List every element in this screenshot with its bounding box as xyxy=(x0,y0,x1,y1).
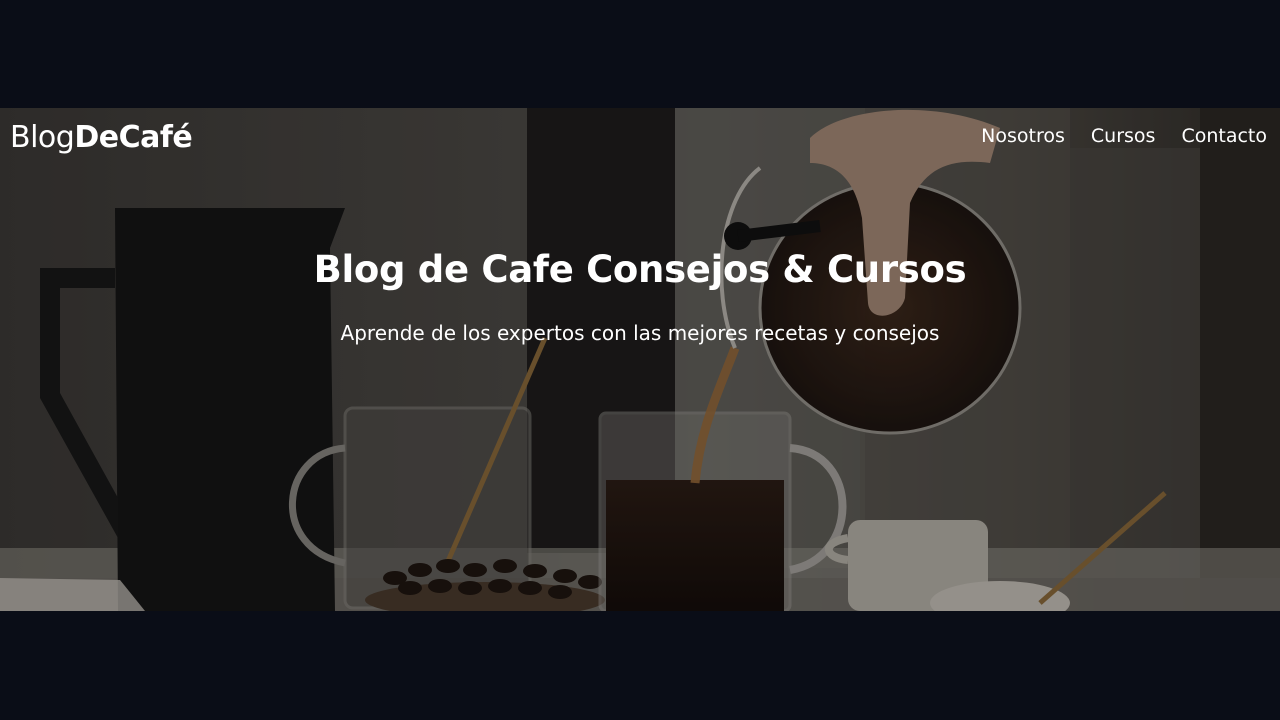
nav-link-nosotros[interactable]: Nosotros xyxy=(981,125,1065,147)
nav-link-cursos[interactable]: Cursos xyxy=(1091,125,1156,147)
main-nav: Nosotros Cursos Contacto xyxy=(981,125,1267,147)
logo-light-text: Blog xyxy=(10,120,75,155)
hero-subtitle: Aprende de los expertos con las mejores … xyxy=(340,321,940,345)
hero-text: Blog de Cafe Consejos & Cursos Aprende d… xyxy=(0,248,1280,345)
site-logo[interactable]: BlogDeCafé xyxy=(10,120,193,155)
hero-overlay xyxy=(0,108,1280,611)
logo-bold-text: DeCafé xyxy=(74,120,193,155)
site-header: BlogDeCafé Nosotros Cursos Contacto xyxy=(0,108,1280,168)
hero-section: BlogDeCafé Nosotros Cursos Contacto Blog… xyxy=(0,108,1280,611)
nav-link-contacto[interactable]: Contacto xyxy=(1181,125,1267,147)
hero-title: Blog de Cafe Consejos & Cursos xyxy=(313,248,967,291)
page: BlogDeCafé Nosotros Cursos Contacto Blog… xyxy=(0,0,1280,720)
